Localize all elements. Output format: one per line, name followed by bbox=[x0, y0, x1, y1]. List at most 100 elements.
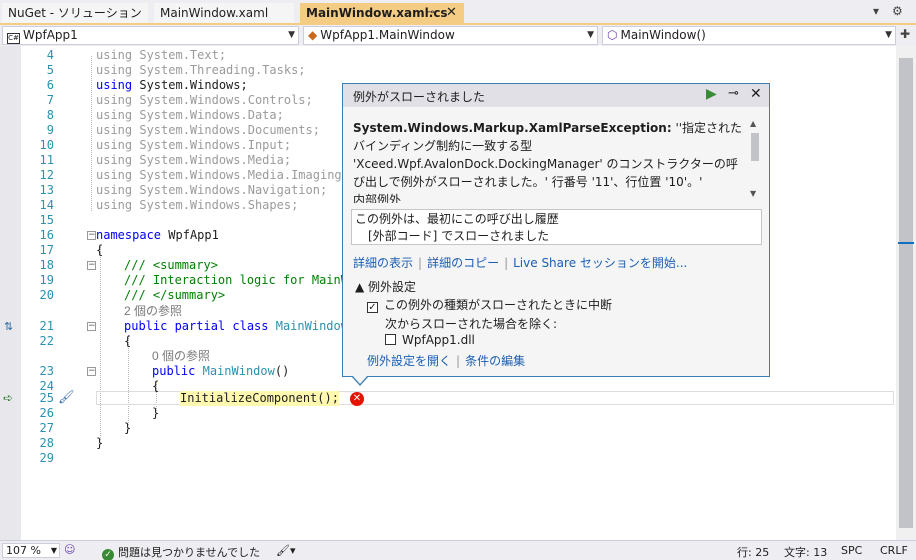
line-number: 15 bbox=[39, 213, 54, 227]
type-dropdown[interactable]: ◆ WpfApp1.MainWindow ▼ bbox=[303, 26, 598, 45]
open-exception-settings-link[interactable]: 例外設定を開く bbox=[367, 354, 451, 368]
edit-conditions-link[interactable]: 条件の編集 bbox=[465, 354, 525, 368]
quick-actions-brush-icon[interactable]: 🖌 bbox=[58, 390, 75, 405]
scroll-down-icon[interactable]: ▼ bbox=[750, 189, 756, 198]
codelens-references[interactable]: 0 個の参照 bbox=[152, 349, 210, 364]
separator: | bbox=[456, 354, 461, 368]
line-number: 19 bbox=[39, 273, 54, 287]
open-brace: { bbox=[124, 334, 132, 348]
intellicode-icon[interactable]: ☺ bbox=[64, 543, 75, 556]
checkbox-checked-icon[interactable]: ✓ bbox=[367, 302, 378, 313]
column-indicator[interactable]: 文字: 13 bbox=[784, 544, 827, 560]
scroll-up-icon[interactable]: ▲ bbox=[750, 119, 756, 128]
break-when-thrown-checkbox[interactable]: ✓ この例外の種類がスローされたときに中断 bbox=[367, 296, 612, 313]
line-number: 29 bbox=[39, 451, 54, 465]
collapse-outline-toggle[interactable]: − bbox=[87, 231, 96, 240]
using-directive: using System.Windows.Controls; bbox=[96, 93, 313, 107]
code-line[interactable]: 4 using System.Text; bbox=[0, 48, 896, 63]
chevron-down-icon: ▼ bbox=[50, 546, 57, 555]
scrollbar-thumb[interactable] bbox=[751, 133, 759, 161]
collapse-outline-toggle[interactable]: − bbox=[87, 261, 96, 270]
using-directive: using System.Windows.Data; bbox=[96, 108, 284, 122]
using-directive: using System.Windows.Shapes; bbox=[96, 198, 299, 212]
chevron-down-icon: ▼ bbox=[288, 30, 295, 40]
checkbox-unchecked-icon[interactable] bbox=[385, 334, 396, 345]
open-brace: { bbox=[96, 243, 104, 257]
using-directive: using System.Text; bbox=[96, 48, 227, 62]
code-line-current[interactable]: ➪ 25 🖌 InitializeComponent(); bbox=[0, 390, 896, 406]
line-number: 17 bbox=[39, 243, 54, 257]
member-dropdown-value: MainWindow() bbox=[620, 28, 706, 42]
close-brace: } bbox=[96, 436, 104, 450]
code-line[interactable]: 26} bbox=[0, 406, 896, 421]
gear-icon[interactable]: ⚙ bbox=[892, 4, 903, 18]
line-number: 18 bbox=[39, 258, 54, 272]
next-statement-arrow-icon[interactable]: ➪ bbox=[3, 391, 13, 406]
code-line[interactable]: 27} bbox=[0, 421, 896, 436]
zoom-dropdown[interactable]: 107 % ▼ bbox=[2, 543, 60, 558]
call-stack-line: [外部コード] でスローされました bbox=[368, 229, 550, 243]
pin-icon[interactable]: ⊸ bbox=[728, 86, 739, 101]
line-number: 8 bbox=[46, 108, 54, 122]
line-number: 20 bbox=[39, 288, 54, 302]
line-number: 6 bbox=[46, 78, 54, 92]
line-number: 13 bbox=[39, 183, 54, 197]
close-icon[interactable]: ✕ bbox=[446, 3, 457, 23]
pin-icon[interactable]: ⊸ bbox=[426, 3, 434, 23]
exception-error-icon[interactable]: ✕ bbox=[350, 392, 364, 406]
using-directive: using System.Windows.Media; bbox=[96, 153, 292, 167]
separator: | bbox=[504, 256, 509, 270]
constructor-declaration: public MainWindow() bbox=[152, 364, 290, 378]
inner-exception-label: 内部例外 bbox=[353, 193, 402, 203]
check-circle-icon: ✓ bbox=[102, 549, 114, 560]
start-live-share-link[interactable]: Live Share セッションを開始... bbox=[513, 256, 687, 270]
line-ending-indicator[interactable]: CRLF bbox=[880, 544, 908, 557]
chevron-down-icon: ▼ bbox=[587, 30, 594, 40]
line-number: 25 bbox=[39, 391, 54, 405]
issues-indicator[interactable]: ✓ 問題は見つかりませんでした bbox=[102, 544, 260, 560]
message-scrollbar[interactable]: ▲ ▼ bbox=[748, 117, 762, 203]
chevron-down-icon: ▼ bbox=[885, 30, 892, 40]
member-dropdown[interactable]: ⬡ MainWindow() ▼ bbox=[602, 26, 896, 45]
play-icon[interactable]: ▶ bbox=[706, 86, 717, 102]
using-directive: using System.Windows.Media.Imaging; bbox=[96, 168, 349, 182]
code-line[interactable]: 5 using System.Threading.Tasks; bbox=[0, 63, 896, 78]
line-indicator[interactable]: 行: 25 bbox=[737, 544, 769, 560]
method-icon: ⬡ bbox=[607, 28, 618, 42]
collapse-outline-toggle[interactable]: − bbox=[87, 367, 96, 376]
line-number: 21 bbox=[39, 319, 54, 333]
whitespace-indicator[interactable]: SPC bbox=[841, 544, 862, 557]
class-declaration: public partial class MainWindow bbox=[124, 319, 348, 333]
line-number: 14 bbox=[39, 198, 54, 212]
using-directive: using System.Windows; bbox=[96, 78, 248, 92]
line-number: 22 bbox=[39, 334, 54, 348]
tab-mainwindow-xaml-cs[interactable]: MainWindow.xaml.cs ⊸ ✕ bbox=[300, 3, 464, 23]
view-details-link[interactable]: 詳細の表示 bbox=[353, 256, 413, 270]
code-line[interactable]: 28} bbox=[0, 436, 896, 451]
close-icon[interactable]: ✕ bbox=[750, 86, 762, 102]
tab-label: NuGet - ソリューション bbox=[8, 6, 142, 20]
exception-settings-header[interactable]: ▲ 例外設定 bbox=[355, 278, 416, 295]
vertical-scrollbar[interactable] bbox=[896, 46, 916, 540]
module-checkbox[interactable]: WpfApp1.dll bbox=[385, 333, 475, 347]
code-cleanup-brush-icon[interactable]: 🖌▾ bbox=[276, 544, 296, 557]
chevron-down-icon[interactable]: ▾ bbox=[873, 4, 879, 18]
zoom-value: 107 % bbox=[6, 544, 41, 557]
collapse-outline-toggle[interactable]: − bbox=[87, 322, 96, 331]
split-editor-icon[interactable]: ✚ bbox=[900, 27, 910, 41]
tab-mainwindow-xaml[interactable]: MainWindow.xaml bbox=[154, 3, 294, 23]
break-when-thrown-label: この例外の種類がスローされたときに中断 bbox=[384, 298, 613, 312]
code-line[interactable]: 29 bbox=[0, 451, 896, 466]
method-call: InitializeComponent(); bbox=[180, 391, 339, 406]
exception-message-box[interactable]: System.Windows.Markup.XamlParseException… bbox=[352, 117, 762, 203]
copy-details-link[interactable]: 詳細のコピー bbox=[427, 256, 499, 270]
override-indicator-icon[interactable]: ⇅ bbox=[4, 319, 13, 334]
project-dropdown[interactable]: C# WpfApp1 ▼ bbox=[2, 26, 299, 45]
scrollbar-thumb[interactable] bbox=[899, 58, 913, 528]
document-tab-strip: NuGet - ソリューション MainWindow.xaml MainWind… bbox=[0, 0, 916, 25]
using-directive: using System.Windows.Documents; bbox=[96, 123, 320, 137]
tab-nuget-solution[interactable]: NuGet - ソリューション bbox=[2, 3, 148, 23]
codelens-references[interactable]: 2 個の参照 bbox=[124, 304, 182, 319]
type-dropdown-value: WpfApp1.MainWindow bbox=[320, 28, 455, 42]
line-number: 11 bbox=[39, 153, 54, 167]
